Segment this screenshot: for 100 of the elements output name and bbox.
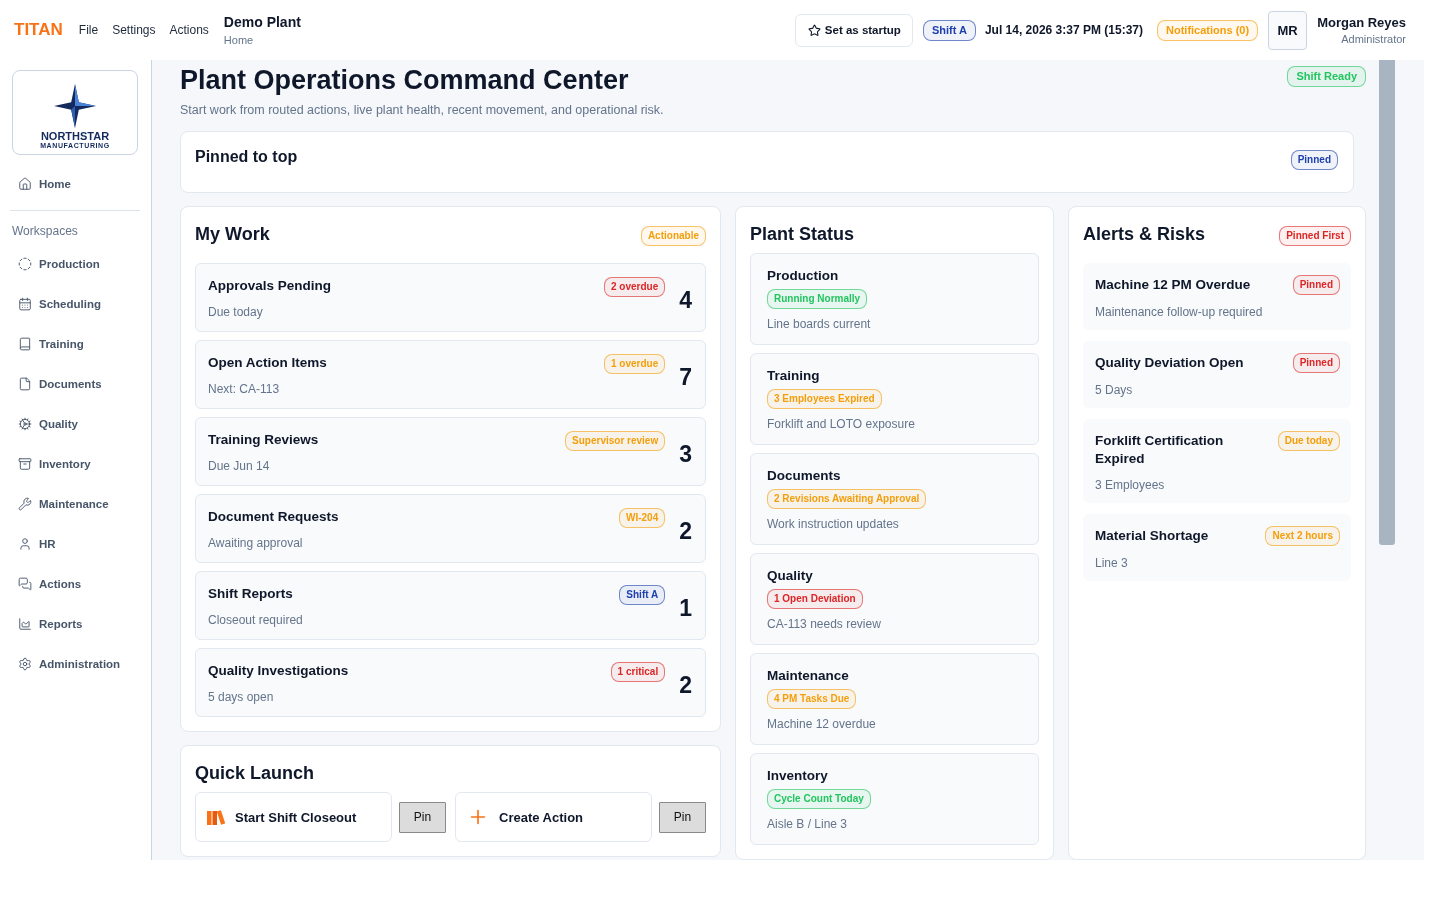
- status-card-detail: Forklift and LOTO exposure: [767, 416, 915, 433]
- quick-launch-button[interactable]: Start Shift Closeout: [195, 792, 392, 842]
- work-item-title: Shift Reports: [208, 585, 294, 603]
- status-badge: 1 critical: [610, 662, 666, 682]
- user-avatar[interactable]: MR: [1268, 10, 1308, 50]
- alert-title: Forklift Certification Expired: [1095, 432, 1225, 468]
- set-startup-button[interactable]: Set as startup: [794, 13, 913, 47]
- work-item-count: 3: [679, 441, 692, 467]
- status-card-detail: Line boards current: [767, 316, 871, 333]
- work-item-count: 4: [679, 287, 692, 313]
- sidebar-item[interactable]: Actions: [10, 564, 140, 604]
- page-title: Plant Operations Command Center: [180, 64, 630, 97]
- work-item-card[interactable]: Shift Reports Closeout required Shift A 1: [195, 571, 706, 640]
- menu-item[interactable]: Settings: [112, 23, 156, 37]
- person-icon: [18, 537, 32, 551]
- gear-icon: [18, 417, 32, 431]
- compass-star-logo: [54, 84, 96, 128]
- shift-status-badge: Shift Ready: [1287, 66, 1366, 87]
- work-item-card[interactable]: Quality Investigations 5 days open 1 critical 2: [195, 648, 706, 717]
- work-item-title: Document Requests: [208, 508, 340, 526]
- status-badge: Cycle Count Today: [767, 789, 871, 809]
- work-item-card[interactable]: Training Reviews Due Jun 14 Supervisor review 3: [195, 417, 706, 486]
- work-item-title: Quality Investigations: [208, 662, 350, 680]
- status-badge: Actionable: [640, 226, 706, 246]
- sidebar-item[interactable]: Reports: [10, 604, 140, 644]
- work-item-count: 1: [679, 595, 692, 621]
- archive-box-icon: [18, 457, 32, 471]
- status-card[interactable]: Documents 2 Revisions Awaiting Approval Work instruction updates: [750, 453, 1039, 545]
- house-icon: [18, 177, 32, 191]
- status-badge: Pinned: [1292, 275, 1340, 295]
- sidebar-item[interactable]: Maintenance: [10, 484, 140, 524]
- breadcrumb-link[interactable]: Home: [223, 34, 301, 46]
- work-item-detail: Awaiting approval: [208, 535, 304, 552]
- status-badge: Due today: [1277, 431, 1340, 451]
- alert-detail: 5 Days: [1095, 382, 1134, 399]
- status-card[interactable]: Inventory Cycle Count Today Aisle B / Line 3: [750, 753, 1039, 845]
- work-item-detail: Closeout required: [208, 612, 304, 629]
- star-icon: [807, 23, 821, 37]
- panel-title: Plant Status: [750, 223, 856, 246]
- status-badge: 2 Revisions Awaiting Approval: [767, 489, 927, 509]
- work-item-count: 7: [679, 364, 692, 390]
- status-card-detail: Aisle B / Line 3: [767, 816, 848, 833]
- alert-title: Machine 12 PM Overdue: [1095, 276, 1251, 294]
- sidebar-item[interactable]: Home: [10, 164, 140, 204]
- menu-item[interactable]: File: [78, 23, 99, 37]
- book-icon: [18, 337, 32, 351]
- document-icon: [18, 377, 32, 391]
- status-badge: WI-204: [618, 508, 666, 528]
- sidebar-item[interactable]: Training: [10, 324, 140, 364]
- alert-card[interactable]: Machine 12 PM Overdue Pinned Maintenance follow-up required: [1083, 263, 1351, 330]
- plant-name: Demo Plant: [223, 14, 301, 30]
- sidebar-item[interactable]: Quality: [10, 404, 140, 444]
- sidebar-item[interactable]: Documents: [10, 364, 140, 404]
- work-item-detail: Due today: [208, 304, 264, 321]
- status-card[interactable]: Training 3 Employees Expired Forklift and LOTO exposure: [750, 353, 1039, 445]
- brand-name: TITAN: [14, 20, 63, 40]
- pin-button[interactable]: Pin: [659, 801, 706, 833]
- pin-button[interactable]: Pin: [399, 801, 446, 833]
- work-item-card[interactable]: Approvals Pending Due today 2 overdue 4: [195, 263, 706, 332]
- status-card[interactable]: Production Running Normally Line boards current: [750, 253, 1039, 345]
- status-badge: 4 PM Tasks Due: [767, 689, 857, 709]
- alert-detail: Maintenance follow-up required: [1095, 304, 1264, 321]
- dashed-circle-icon: [18, 257, 32, 271]
- panel-title: Quick Launch: [195, 762, 316, 785]
- sidebar-item[interactable]: Production: [10, 244, 140, 284]
- chat-bubbles-icon: [18, 577, 32, 591]
- alert-card[interactable]: Material Shortage Next 2 hours Line 3: [1083, 514, 1351, 581]
- work-item-title: Open Action Items: [208, 354, 328, 372]
- work-item-detail: Next: CA-113: [208, 381, 281, 398]
- sidebar-item[interactable]: Inventory: [10, 444, 140, 484]
- pinned-badge: Pinned: [1290, 150, 1338, 170]
- work-item-card[interactable]: Open Action Items Next: CA-113 1 overdue 7: [195, 340, 706, 409]
- menu-item[interactable]: Actions: [169, 23, 209, 37]
- status-card[interactable]: Maintenance 4 PM Tasks Due Machine 12 overdue: [750, 653, 1039, 745]
- status-card[interactable]: Quality 1 Open Deviation CA-113 needs review: [750, 553, 1039, 645]
- status-badge: Next 2 hours: [1265, 526, 1340, 546]
- section-label: Workspaces: [11, 223, 79, 239]
- sidebar-item[interactable]: Scheduling: [10, 284, 140, 324]
- sidebar-item[interactable]: HR: [10, 524, 140, 564]
- calendar-icon: [18, 297, 32, 311]
- work-item-card[interactable]: Document Requests Awaiting approval WI-204 2: [195, 494, 706, 563]
- alert-card[interactable]: Forklift Certification Expired Due today 3 Employees: [1083, 419, 1351, 503]
- panel-title: My Work: [195, 223, 270, 246]
- status-card-detail: CA-113 needs review: [767, 616, 881, 633]
- status-badge: 2 overdue: [603, 277, 666, 297]
- panel-title: Alerts & Risks: [1083, 223, 1206, 246]
- work-item-count: 2: [679, 672, 692, 698]
- work-item-title: Approvals Pending: [208, 277, 333, 295]
- user-role: Administrator: [1341, 33, 1406, 45]
- sidebar-item[interactable]: Administration: [10, 644, 140, 684]
- date-time-text: Jul 14, 2026 3:37 PM (15:37): [984, 23, 1143, 37]
- area-chart-icon: [18, 617, 32, 631]
- alert-card[interactable]: Quality Deviation Open Pinned 5 Days: [1083, 341, 1351, 408]
- status-card-title: Inventory: [767, 767, 828, 785]
- quick-launch-button[interactable]: Create Action: [455, 792, 652, 842]
- user-name: Morgan Reyes: [1317, 15, 1406, 30]
- status-card-title: Maintenance: [767, 667, 849, 685]
- scrollbar-thumb[interactable]: [1379, 60, 1395, 545]
- status-card-detail: Work instruction updates: [767, 516, 899, 533]
- work-item-title: Training Reviews: [208, 431, 320, 449]
